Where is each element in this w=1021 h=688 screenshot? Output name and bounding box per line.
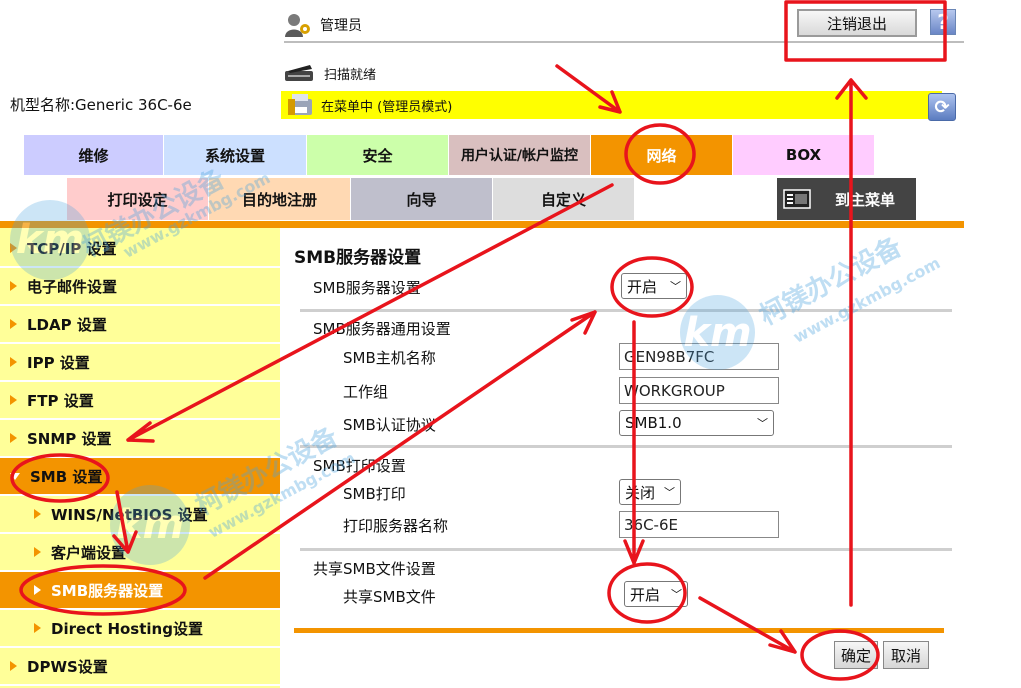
sidebar-item-label: FTP 设置 bbox=[27, 391, 94, 410]
printer-status-text: 在菜单中 (管理员模式) bbox=[321, 99, 453, 115]
tab-wizard[interactable]: 向导 bbox=[351, 178, 493, 220]
tab-security[interactable]: 安全 bbox=[307, 135, 449, 175]
expand-arrow-icon bbox=[34, 585, 41, 595]
smb-print-select[interactable]: 关闭 ﹀ bbox=[619, 479, 681, 505]
expand-arrow-icon bbox=[10, 281, 17, 291]
select-value: SMB1.0 bbox=[625, 414, 682, 432]
section-divider bbox=[300, 445, 952, 448]
admin-user-icon bbox=[285, 14, 310, 37]
share-smb-file-select[interactable]: 开启 ﹀ bbox=[624, 581, 688, 607]
content-footer-line bbox=[294, 628, 944, 633]
main-menu-label: 到主菜单 bbox=[835, 190, 896, 209]
host-name-label: SMB主机名称 bbox=[343, 349, 436, 367]
share-smb-file-label: 共享SMB文件 bbox=[343, 588, 436, 606]
chevron-down-icon: ﹀ bbox=[757, 417, 768, 430]
share-section-heading: 共享SMB文件设置 bbox=[313, 560, 436, 578]
general-section-heading: SMB服务器通用设置 bbox=[313, 320, 451, 338]
refresh-icon[interactable]: ⟳ bbox=[928, 93, 956, 121]
smb-server-select[interactable]: 开启 ﹀ bbox=[621, 273, 687, 299]
user-info: 管理员 bbox=[284, 10, 362, 40]
workgroup-field[interactable]: WORKGROUP bbox=[619, 377, 779, 404]
scanner-status: 扫描就绪 bbox=[284, 60, 376, 86]
main-menu-button[interactable]: 到主菜单 bbox=[777, 178, 917, 220]
watermark-logo-icon: km bbox=[110, 485, 190, 565]
logout-button[interactable]: 注销退出 bbox=[797, 9, 917, 37]
printer-status-bar: 在菜单中 (管理员模式) bbox=[281, 91, 942, 119]
sidebar-item-direct-hosting[interactable]: Direct Hosting设置 bbox=[0, 610, 280, 648]
model-name: 机型名称:Generic 36C-6e bbox=[10, 96, 192, 114]
expand-arrow-icon bbox=[10, 661, 17, 671]
auth-protocol-select[interactable]: SMB1.0 ﹀ bbox=[619, 410, 774, 436]
tab-user-auth[interactable]: 用户认证/帐户监控 bbox=[449, 135, 591, 175]
sidebar-item-label: IPP 设置 bbox=[27, 353, 90, 372]
tab-maintenance[interactable]: 维修 bbox=[24, 135, 164, 175]
print-server-name-field[interactable]: 36C-6E bbox=[619, 511, 779, 538]
tab-box[interactable]: BOX bbox=[733, 135, 875, 175]
expand-arrow-icon bbox=[10, 357, 17, 367]
expand-arrow-icon bbox=[34, 547, 41, 557]
sidebar-item-label: SMB服务器设置 bbox=[51, 581, 164, 600]
sidebar-item-label: LDAP 设置 bbox=[27, 315, 107, 334]
tab-network[interactable]: 网络 bbox=[591, 135, 733, 175]
ok-button[interactable]: 确定 bbox=[834, 641, 878, 669]
watermark-logo-icon: km bbox=[680, 295, 755, 370]
scanner-icon bbox=[285, 65, 313, 81]
scanner-status-text: 扫描就绪 bbox=[324, 67, 377, 83]
print-server-name-label: 打印服务器名称 bbox=[343, 517, 449, 535]
auth-protocol-label: SMB认证协议 bbox=[343, 416, 436, 434]
sidebar-item-label: SNMP 设置 bbox=[27, 429, 112, 448]
workgroup-label: 工作组 bbox=[343, 383, 389, 401]
printer-icon bbox=[288, 94, 312, 115]
sidebar-item-label: DPWS设置 bbox=[27, 657, 108, 676]
sidebar-item-smb-server[interactable]: SMB服务器设置 bbox=[0, 572, 280, 610]
sidebar-item-snmp[interactable]: SNMP 设置 bbox=[0, 420, 280, 458]
user-role-label: 管理员 bbox=[320, 18, 362, 34]
expand-arrow-icon bbox=[10, 395, 17, 405]
section-divider bbox=[300, 548, 952, 551]
sidebar-item-dpws[interactable]: DPWS设置 bbox=[0, 648, 280, 686]
sidebar-item-label: Direct Hosting设置 bbox=[51, 619, 203, 638]
annotation-arrow-to-ok bbox=[698, 596, 797, 654]
chevron-down-icon: ﹀ bbox=[670, 280, 681, 293]
smb-server-label: SMB服务器设置 bbox=[313, 279, 421, 297]
page-title: SMB服务器设置 bbox=[294, 248, 422, 268]
tab-customize[interactable]: 自定义 bbox=[493, 178, 635, 220]
chevron-down-icon: ﹀ bbox=[671, 588, 682, 601]
help-icon[interactable]: ? bbox=[930, 9, 956, 35]
select-value: 开启 bbox=[630, 585, 661, 604]
collapse-arrow-icon bbox=[10, 472, 20, 480]
expand-arrow-icon bbox=[34, 509, 41, 519]
tab-system-settings[interactable]: 系统设置 bbox=[164, 135, 307, 175]
sidebar-item-ldap[interactable]: LDAP 设置 bbox=[0, 306, 280, 344]
watermark-logo-icon: km bbox=[10, 200, 90, 280]
header-divider bbox=[284, 41, 964, 43]
select-value: 开启 bbox=[627, 277, 658, 296]
expand-arrow-icon bbox=[10, 433, 17, 443]
smb-print-label: SMB打印 bbox=[343, 485, 406, 503]
chevron-down-icon: ﹀ bbox=[664, 486, 675, 499]
sidebar-item-ipp[interactable]: IPP 设置 bbox=[0, 344, 280, 382]
sidebar: TCP/IP 设置 电子邮件设置 LDAP 设置 IPP 设置 FTP 设置 S… bbox=[0, 228, 280, 688]
expand-arrow-icon bbox=[34, 623, 41, 633]
main-menu-icon bbox=[783, 189, 811, 209]
expand-arrow-icon bbox=[10, 319, 17, 329]
cancel-button[interactable]: 取消 bbox=[883, 641, 929, 669]
sidebar-item-ftp[interactable]: FTP 设置 bbox=[0, 382, 280, 420]
select-value: 关闭 bbox=[625, 483, 656, 502]
sidebar-item-label: SMB 设置 bbox=[30, 467, 103, 486]
